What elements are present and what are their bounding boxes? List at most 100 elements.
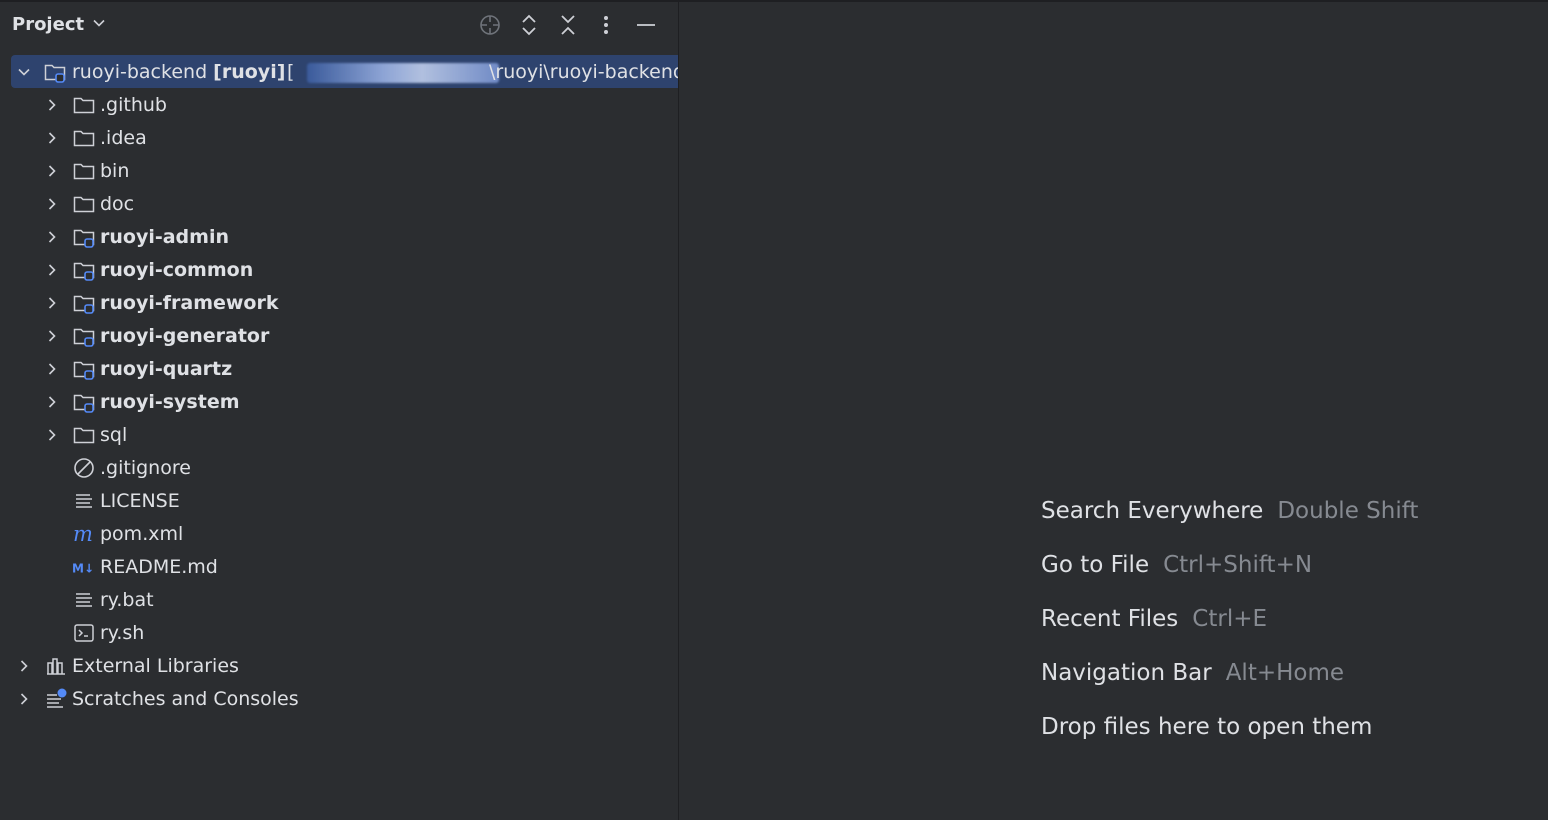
tree-item-ruoyi-admin[interactable]: ruoyi-admin <box>0 220 678 253</box>
redacted-path-area <box>307 63 499 83</box>
folder-icon <box>72 126 96 150</box>
tree-item-github[interactable]: .github <box>0 88 678 121</box>
chevron-right-icon[interactable] <box>45 164 59 178</box>
project-view-selector[interactable]: Project <box>12 14 106 35</box>
chevron-right-icon[interactable] <box>45 131 59 145</box>
shell-script-icon <box>72 621 96 645</box>
tree-item-readme[interactable]: M↓ README.md <box>0 550 678 583</box>
chevron-right-icon[interactable] <box>17 692 31 706</box>
chevron-right-icon[interactable] <box>45 428 59 442</box>
tree-item-ruoyi-framework[interactable]: ruoyi-framework <box>0 286 678 319</box>
module-folder-icon <box>72 390 96 414</box>
hide-pane-icon[interactable] <box>633 12 659 38</box>
chevron-right-icon[interactable] <box>45 230 59 244</box>
select-opened-file-icon[interactable] <box>477 12 503 38</box>
project-pane-header: Project <box>0 2 678 48</box>
hint-action: Search Everywhere <box>1041 498 1264 524</box>
maven-icon: m <box>72 522 96 546</box>
hint-recent-files: Recent Files Ctrl+E <box>1041 606 1418 660</box>
module-folder-icon <box>72 291 96 315</box>
tree-item-label: bin <box>100 159 130 182</box>
hint-navigation-bar: Navigation Bar Alt+Home <box>1041 660 1418 714</box>
tree-item-label: External Libraries <box>72 654 239 677</box>
root-module-name: ruoyi-backend <box>72 60 208 83</box>
tree-item-bin[interactable]: bin <box>0 154 678 187</box>
hint-shortcut: Double Shift <box>1277 498 1419 524</box>
markdown-icon: M↓ <box>72 555 96 579</box>
hint-shortcut: Ctrl+Shift+N <box>1163 552 1313 578</box>
text-file-icon <box>72 489 96 513</box>
chevron-right-icon[interactable] <box>45 329 59 343</box>
root-module-tag: [ruoyi] <box>213 60 286 83</box>
tree-item-label: ruoyi-common <box>100 258 254 281</box>
tree-item-idea[interactable]: .idea <box>0 121 678 154</box>
tree-item-scratches[interactable]: Scratches and Consoles <box>0 682 678 715</box>
hint-drop-files: Drop files here to open them <box>1041 714 1418 768</box>
svg-text:m: m <box>73 522 93 546</box>
tree-item-label: README.md <box>100 555 218 578</box>
chevron-right-icon[interactable] <box>45 98 59 112</box>
hint-action: Go to File <box>1041 552 1150 578</box>
tree-item-ruoyi-common[interactable]: ruoyi-common <box>0 253 678 286</box>
folder-icon <box>72 93 96 117</box>
svg-text:M↓: M↓ <box>72 561 94 575</box>
tree-item-label: .idea <box>100 126 147 149</box>
module-folder-icon <box>72 258 96 282</box>
hint-shortcut: Ctrl+E <box>1192 606 1268 632</box>
tree-item-ruoyi-system[interactable]: ruoyi-system <box>0 385 678 418</box>
chevron-right-icon[interactable] <box>45 197 59 211</box>
editor-empty-area: Search Everywhere Double Shift Go to Fil… <box>679 2 1548 820</box>
chevron-right-icon[interactable] <box>17 659 31 673</box>
text-file-icon <box>72 588 96 612</box>
tree-item-ry-bat[interactable]: ry.bat <box>0 583 678 616</box>
tree-item-doc[interactable]: doc <box>0 187 678 220</box>
chevron-right-icon[interactable] <box>45 362 59 376</box>
chevron-right-icon[interactable] <box>45 395 59 409</box>
tree-root-row[interactable]: ruoyi-backend [ruoyi] [ \ruoyi\ruoyi-bac… <box>11 55 685 88</box>
editor-hints: Search Everywhere Double Shift Go to Fil… <box>1041 498 1418 768</box>
tree-item-pom[interactable]: m pom.xml <box>0 517 678 550</box>
hint-action: Drop files here to open them <box>1041 714 1373 740</box>
hint-go-to-file: Go to File Ctrl+Shift+N <box>1041 552 1418 606</box>
hint-shortcut: Alt+Home <box>1225 660 1345 686</box>
tree-item-label: LICENSE <box>100 489 180 512</box>
tree-item-ruoyi-generator[interactable]: ruoyi-generator <box>0 319 678 352</box>
tree-item-ruoyi-quartz[interactable]: ruoyi-quartz <box>0 352 678 385</box>
chevron-down-icon[interactable] <box>17 65 31 79</box>
tree-item-label: sql <box>100 423 128 446</box>
tree-item-label: ry.bat <box>100 588 154 611</box>
hint-action: Navigation Bar <box>1041 660 1212 686</box>
tree-item-gitignore[interactable]: .gitignore <box>0 451 678 484</box>
ignore-file-icon <box>72 456 96 480</box>
tree-item-license[interactable]: LICENSE <box>0 484 678 517</box>
tree-item-label: ruoyi-generator <box>100 324 270 347</box>
chevron-right-icon[interactable] <box>45 296 59 310</box>
chevron-right-icon[interactable] <box>45 263 59 277</box>
tree-item-label: pom.xml <box>100 522 184 545</box>
folder-icon <box>72 159 96 183</box>
module-folder-icon <box>72 225 96 249</box>
pane-title: Project <box>12 14 85 35</box>
more-options-icon[interactable] <box>593 12 619 38</box>
tree-item-external-libraries[interactable]: External Libraries <box>0 649 678 682</box>
module-folder-icon <box>43 60 67 84</box>
hint-search-everywhere: Search Everywhere Double Shift <box>1041 498 1418 552</box>
tree-item-ry-sh[interactable]: ry.sh <box>0 616 678 649</box>
hint-action: Recent Files <box>1041 606 1179 632</box>
tree-item-label: ry.sh <box>100 621 145 644</box>
root-path-prefix: [ <box>287 60 295 83</box>
project-tree: ruoyi-backend [ruoyi] [ \ruoyi\ruoyi-bac… <box>0 55 685 715</box>
module-folder-icon <box>72 357 96 381</box>
folder-icon <box>72 192 96 216</box>
tree-item-sql[interactable]: sql <box>0 418 678 451</box>
root-path-suffix: \ruoyi\ruoyi-backend <box>489 60 685 83</box>
library-icon <box>44 654 68 678</box>
folder-icon <box>72 423 96 447</box>
tree-item-label: Scratches and Consoles <box>72 687 299 710</box>
scratches-icon <box>44 687 68 711</box>
tree-item-label: ruoyi-system <box>100 390 240 413</box>
expand-all-icon[interactable] <box>516 12 542 38</box>
collapse-all-icon[interactable] <box>555 12 581 38</box>
tree-item-label: ruoyi-framework <box>100 291 279 314</box>
project-tool-window: Project ruoyi-backend [ruoyi] [\ruoyi\r… <box>0 2 685 820</box>
